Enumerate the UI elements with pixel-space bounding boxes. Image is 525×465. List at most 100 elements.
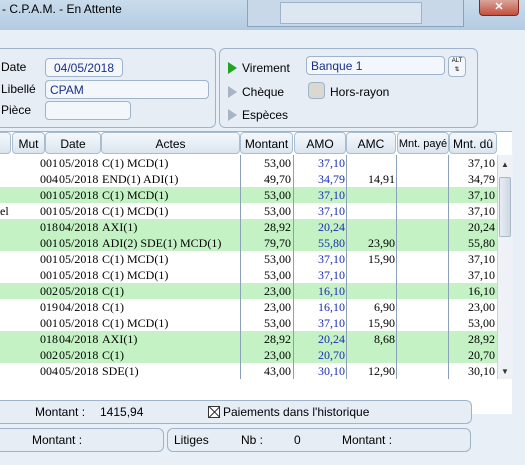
column-header-amo[interactable]: AMO <box>294 132 346 154</box>
cell-montant: 28,92 <box>264 332 291 346</box>
cell-actes: C(1) <box>102 284 124 298</box>
cell-mut: 002 <box>40 284 58 298</box>
litiges-label: Litiges <box>174 433 209 447</box>
cell-montant: 79,70 <box>264 236 291 250</box>
cell-amc <box>347 347 395 363</box>
cell-montant: 53,00 <box>264 204 291 218</box>
hors-rayon-checkbox[interactable] <box>308 82 325 99</box>
cell-date: 05/2018 <box>59 268 99 282</box>
cell-actes: C(1) MCD(1) <box>102 188 169 202</box>
hors-rayon-label[interactable]: Hors-rayon <box>330 85 389 99</box>
litiges-nb-label: Nb : <box>241 433 264 447</box>
cell-left <box>0 347 12 363</box>
cell-mnt-paye <box>398 251 446 267</box>
cell-mnt-du: 37,10 <box>468 268 495 282</box>
cell-amc <box>347 219 395 235</box>
cell-mut: 001 <box>40 156 58 170</box>
column-divider <box>448 155 449 379</box>
cell-left <box>0 299 12 315</box>
table-row[interactable]: 018 04/2018 AXI(1) 28,92 20,24 8,68 28,92 <box>0 331 497 347</box>
especes-radio[interactable] <box>228 109 237 121</box>
table-row[interactable]: 002 05/2018 C(1) 23,00 16,10 16,10 <box>0 283 497 299</box>
cell-amo: 37,10 <box>318 252 345 266</box>
column-header-mnt-paye[interactable]: Mnt. payé <box>397 132 449 154</box>
cell-montant: 53,00 <box>264 252 291 266</box>
cell-mut: 001 <box>40 316 58 330</box>
column-header-amc[interactable]: AMC <box>346 132 396 154</box>
especes-label[interactable]: Espèces <box>242 108 288 122</box>
info-panel: Date 04/05/2018 Libellé CPAM Pièce <box>0 48 216 128</box>
window-title: - C.P.A.M. - En Attente <box>2 2 122 16</box>
virement-radio[interactable] <box>228 62 237 74</box>
table-row[interactable]: 001 05/2018 C(1) MCD(1) 53,00 37,10 15,90 53,0… <box>0 315 497 331</box>
cell-mnt-paye <box>398 315 446 331</box>
cell-amo: 30,10 <box>318 364 345 378</box>
table-row[interactable]: 001 05/2018 ADI(2) SDE(1) MCD(1) 79,70 55,80… <box>0 235 497 251</box>
cell-mnt-paye <box>398 171 446 187</box>
cell-amo: 34,79 <box>318 172 345 186</box>
close-button[interactable]: ✕ <box>479 0 519 16</box>
column-header-mut[interactable]: Mut <box>12 132 45 154</box>
table-row[interactable]: 004 05/2018 END(1) ADI(1) 49,70 34,79 14,91 34… <box>0 171 497 187</box>
cell-amo: 55,80 <box>318 236 345 250</box>
table-row[interactable]: 001 05/2018 C(1) MCD(1) 53,00 37,10 37,10 <box>0 187 497 203</box>
table-row[interactable]: 001 05/2018 C(1) MCD(1) 53,00 37,10 37,10 <box>0 155 497 171</box>
vertical-scrollbar[interactable]: ▲ ▼ <box>497 155 513 379</box>
historique-label[interactable]: Paiements dans l'historique <box>223 405 369 419</box>
cell-mut: 018 <box>40 332 58 346</box>
cell-mnt-du: 37,10 <box>468 252 495 266</box>
table-row[interactable]: 019 04/2018 C(1) 23,00 16,10 6,90 23,00 <box>0 299 497 315</box>
column-header-mnt-du[interactable]: Mnt. dû <box>449 132 497 154</box>
column-header-actes[interactable]: Actes <box>101 132 240 154</box>
libelle-field[interactable]: CPAM <box>45 80 209 99</box>
cell-montant: 53,00 <box>264 188 291 202</box>
cell-date: 04/2018 <box>59 220 99 234</box>
table-row[interactable]: 001 05/2018 C(1) MCD(1) 53,00 37,10 37,10 <box>0 267 497 283</box>
table-row[interactable]: 018 04/2018 AXI(1) 28,92 20,24 20,24 <box>0 219 497 235</box>
cell-amc: 6,90 <box>374 300 395 314</box>
cell-actes: C(1) MCD(1) <box>102 252 169 266</box>
cell-mnt-du: 34,79 <box>468 172 495 186</box>
cell-mnt-paye <box>398 235 446 251</box>
cell-left <box>0 315 12 331</box>
alt-button[interactable]: ALT ⇅ <box>448 56 466 77</box>
cell-montant: 23,00 <box>264 348 291 362</box>
cell-date: 05/2018 <box>59 364 99 378</box>
historique-checkbox[interactable] <box>208 406 220 418</box>
table-row[interactable]: 002 05/2018 C(1) 23,00 20,70 20,70 <box>0 347 497 363</box>
cell-mut: 004 <box>40 364 58 378</box>
bank-select[interactable]: Banque 1 <box>306 56 445 75</box>
column-divider <box>293 155 294 379</box>
title-bar: - C.P.A.M. - En Attente ✕ <box>0 0 525 30</box>
cell-actes: C(1) MCD(1) <box>102 156 169 170</box>
cell-amo: 37,10 <box>318 156 345 170</box>
cell-amc: 12,90 <box>368 364 395 378</box>
column-header-date[interactable]: Date <box>45 132 101 154</box>
cell-mnt-du: 53,00 <box>468 316 495 330</box>
cell-mnt-du: 37,10 <box>468 156 495 170</box>
piece-field[interactable] <box>45 101 131 120</box>
cell-actes: C(1) MCD(1) <box>102 316 169 330</box>
date-field[interactable]: 04/05/2018 <box>45 58 123 77</box>
cheque-label[interactable]: Chèque <box>242 85 284 99</box>
cell-left: el <box>0 204 9 218</box>
scroll-thumb[interactable] <box>499 177 511 237</box>
scroll-down-icon[interactable]: ▼ <box>501 367 509 376</box>
cell-mut: 001 <box>40 188 58 202</box>
date-label: Date <box>1 60 27 74</box>
cell-mut: 019 <box>40 300 58 314</box>
table-row[interactable]: 004 05/2018 SDE(1) 43,00 30,10 12,90 30,10 <box>0 363 497 379</box>
cell-amc <box>347 187 395 203</box>
cell-mut: 001 <box>40 204 58 218</box>
table-row[interactable]: el 001 05/2018 C(1) MCD(1) 53,00 37,10 37,10 <box>0 203 497 219</box>
cheque-radio[interactable] <box>228 86 237 98</box>
table-row[interactable]: 001 05/2018 C(1) MCD(1) 53,00 37,10 15,90 37,1… <box>0 251 497 267</box>
cell-mnt-paye <box>398 347 446 363</box>
cell-amo: 20,24 <box>318 220 345 234</box>
cell-amc: 15,90 <box>368 252 395 266</box>
cell-left <box>0 267 12 283</box>
virement-label[interactable]: Virement <box>242 61 290 75</box>
scroll-up-icon[interactable]: ▲ <box>501 160 509 169</box>
cell-actes: ADI(2) SDE(1) MCD(1) <box>102 236 222 250</box>
column-header-montant[interactable]: Montant <box>240 132 293 154</box>
